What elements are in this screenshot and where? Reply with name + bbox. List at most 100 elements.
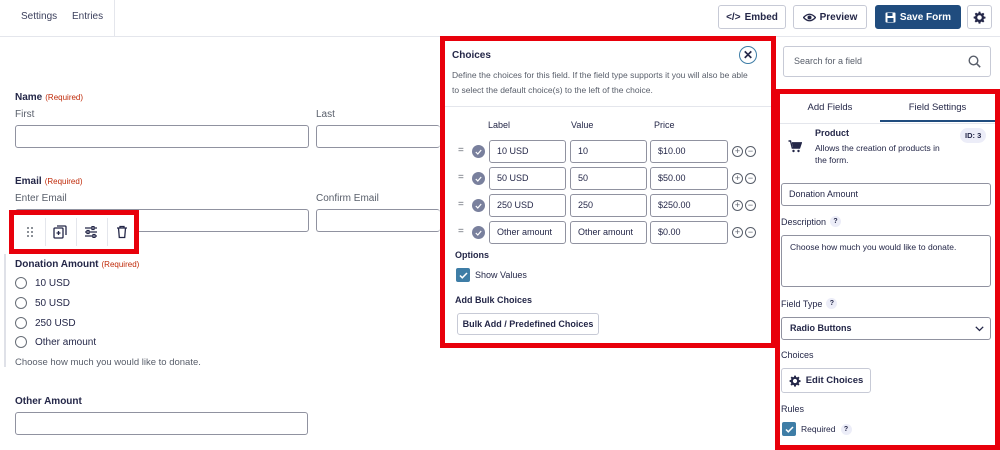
add-choice-icon[interactable]: +	[732, 200, 743, 211]
selected-field-bar	[4, 254, 6, 367]
choice-label-input[interactable]: 50 USD	[489, 167, 566, 190]
divider	[780, 123, 995, 124]
code-icon: </>	[726, 11, 741, 23]
field-settings-sidebar: Add Fields Field Settings Product ID: 3 …	[775, 89, 1000, 450]
choices-description: Define the choices for this field. If th…	[452, 70, 748, 95]
first-name-input[interactable]	[15, 125, 309, 148]
add-choice-icon[interactable]: +	[732, 146, 743, 157]
column-header-label: Label	[488, 120, 511, 130]
description-textarea[interactable]: Choose how much you would like to donate…	[781, 235, 991, 287]
drag-handle-icon[interactable]: =	[458, 145, 464, 156]
sliders-icon	[85, 226, 97, 238]
tab-settings[interactable]: Settings	[21, 0, 57, 34]
save-form-button[interactable]: Save Form	[875, 5, 961, 29]
donation-description: Choose how much you would like to donate…	[15, 357, 201, 368]
radio-option[interactable]: 50 USD	[15, 297, 70, 309]
default-choice-toggle[interactable]	[472, 226, 485, 239]
choice-price-input[interactable]: $50.00	[650, 167, 728, 190]
choice-value-input[interactable]: 250	[570, 194, 647, 217]
bulk-add-button[interactable]: Bulk Add / Predefined Choices	[457, 313, 599, 335]
gear-icon	[973, 11, 986, 24]
required-toggle[interactable]: Required ?	[782, 422, 852, 436]
default-choice-toggle[interactable]	[472, 145, 485, 158]
eye-icon	[802, 13, 816, 21]
choice-value-input[interactable]: 10	[570, 140, 647, 163]
divider	[445, 106, 771, 107]
email-field-label: Email (Required)	[15, 176, 83, 187]
check-icon	[458, 271, 468, 279]
choices-label: Choices	[781, 350, 814, 360]
cart-icon	[788, 140, 802, 153]
radio-icon[interactable]	[15, 297, 27, 309]
field-label-input[interactable]: Donation Amount	[781, 183, 991, 206]
remove-choice-icon[interactable]: −	[745, 227, 756, 238]
choice-price-input[interactable]: $250.00	[650, 194, 728, 217]
help-icon[interactable]: ?	[826, 298, 838, 309]
embed-button[interactable]: </> Embed	[718, 5, 786, 29]
choice-value-input[interactable]: Other amount	[570, 221, 647, 244]
field-type-label: Field Type ?	[781, 298, 838, 309]
column-header-value: Value	[571, 120, 594, 130]
remove-choice-icon[interactable]: −	[745, 146, 756, 157]
radio-option[interactable]: 250 USD	[15, 317, 76, 329]
name-field-label: Name (Required)	[15, 92, 84, 103]
radio-option[interactable]: Other amount	[15, 336, 96, 348]
search-icon	[968, 55, 981, 68]
default-choice-toggle[interactable]	[472, 172, 485, 185]
confirm-email-input[interactable]	[316, 209, 440, 232]
duplicate-button[interactable]	[46, 219, 74, 245]
remove-choice-icon[interactable]: −	[745, 200, 756, 211]
radio-icon[interactable]	[15, 317, 27, 329]
divider	[114, 0, 115, 36]
choices-title: Choices	[452, 50, 491, 61]
add-choice-icon[interactable]: +	[732, 173, 743, 184]
search-input[interactable]: Search for a field	[783, 46, 991, 77]
edit-choices-button[interactable]: Edit Choices	[781, 368, 871, 393]
drag-handle-icon[interactable]: =	[458, 172, 464, 183]
remove-choice-icon[interactable]: −	[745, 173, 756, 184]
check-icon	[475, 203, 482, 209]
preview-button[interactable]: Preview	[793, 5, 867, 29]
check-icon	[475, 230, 482, 236]
drag-handle-icon[interactable]: =	[458, 199, 464, 210]
donation-field-label: Donation Amount (Required)	[15, 259, 140, 270]
radio-icon[interactable]	[15, 277, 27, 289]
drag-handle[interactable]	[16, 219, 44, 245]
close-button[interactable]: ✕	[739, 46, 757, 64]
chevron-down-icon	[975, 326, 984, 332]
default-choice-toggle[interactable]	[472, 199, 485, 212]
choice-price-input[interactable]: $0.00	[650, 221, 728, 244]
description-label: Description ?	[781, 216, 842, 227]
choices-flyout: Choices ✕ Define the choices for this fi…	[440, 36, 776, 348]
choice-label-input[interactable]: Other amount	[489, 221, 566, 244]
help-icon[interactable]: ?	[840, 423, 852, 435]
close-icon: ✕	[742, 48, 754, 62]
tab-entries[interactable]: Entries	[72, 0, 103, 34]
radio-option[interactable]: 10 USD	[15, 277, 70, 289]
check-icon	[784, 425, 794, 433]
choice-label-input[interactable]: 10 USD	[489, 140, 566, 163]
last-name-input[interactable]	[316, 125, 440, 148]
radio-icon[interactable]	[15, 336, 27, 348]
tab-add-fields[interactable]: Add Fields	[780, 94, 880, 122]
choice-label-input[interactable]: 250 USD	[489, 194, 566, 217]
other-amount-input[interactable]	[15, 412, 308, 435]
show-values-toggle[interactable]: Show Values	[456, 268, 527, 282]
tab-field-settings[interactable]: Field Settings	[880, 94, 995, 122]
trash-icon	[117, 225, 127, 239]
field-type-select[interactable]: Radio Buttons	[781, 317, 991, 340]
floppy-icon	[885, 12, 896, 22]
settings-button[interactable]	[967, 5, 992, 29]
checkbox[interactable]	[782, 422, 796, 436]
checkbox[interactable]	[456, 268, 470, 282]
choice-price-input[interactable]: $10.00	[650, 140, 728, 163]
add-choice-icon[interactable]: +	[732, 227, 743, 238]
help-icon[interactable]: ?	[830, 216, 842, 227]
drag-handle-icon[interactable]: =	[458, 226, 464, 237]
field-settings-button[interactable]	[77, 219, 105, 245]
choice-value-input[interactable]: 50	[570, 167, 647, 190]
check-icon	[475, 149, 482, 155]
delete-button[interactable]	[108, 219, 136, 245]
confirm-email-sublabel: Confirm Email	[316, 193, 379, 204]
options-label: Options	[455, 250, 489, 260]
